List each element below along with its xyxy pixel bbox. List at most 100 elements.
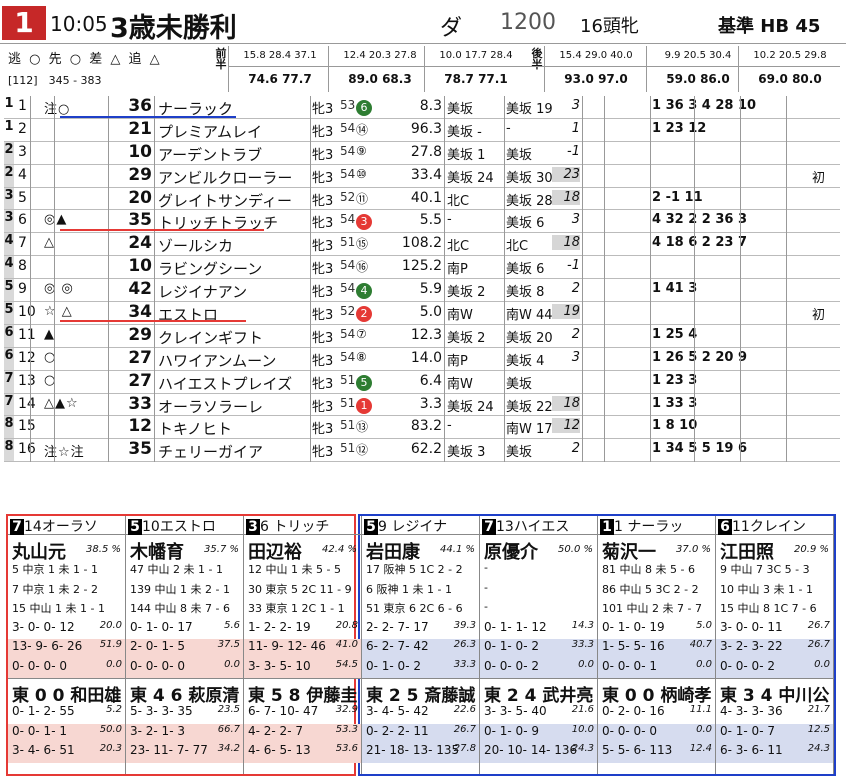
jockey-stat-rate: 33.3	[453, 658, 476, 670]
trainer-stat-rate: 23.5	[217, 704, 240, 715]
trainer-stats: 0- 1- 0- 7 12.5	[716, 723, 833, 743]
lap-divider	[646, 46, 647, 92]
training-rank: 2	[571, 441, 580, 457]
trainer-stats: 3- 3- 5- 40 21.6	[484, 704, 594, 718]
gate-circle: 6	[356, 100, 372, 116]
gate-rank: ⑩	[356, 166, 367, 181]
jockey-history: 86 中山 5 3C 2 - 2	[602, 582, 699, 596]
lap-divider	[544, 46, 545, 92]
sex-age: 牝3	[312, 376, 334, 392]
trainer-stat-rate: 20.3	[99, 743, 122, 754]
training-1: 美坂 24	[447, 399, 494, 415]
speed-index: 29	[128, 164, 152, 185]
race-number: 1	[2, 6, 46, 40]
trainer-stat-rate: 66.7	[217, 723, 240, 735]
training-2: 美坂 30	[506, 170, 553, 186]
table-divider	[444, 96, 445, 462]
jockey-stat-rate: 40.7	[689, 639, 712, 650]
jockey-name: 江田照 20.9 %	[716, 535, 833, 563]
horse-name: アンビルクローラー	[158, 168, 293, 187]
trainer-stat-rate: 10.0	[571, 723, 594, 735]
race-course: ダ	[440, 16, 467, 41]
trainer-stats: 5- 3- 3- 35 23.5	[130, 704, 240, 718]
jockey-history: -	[484, 561, 488, 574]
waku-badge: 6	[718, 519, 732, 535]
first-run: 初	[812, 170, 826, 186]
jockey-col: 5 10エストロ 木幡育 35.7 % 47 中山 2 未 1 - 1 139 中山 1 …	[126, 516, 244, 774]
jockey-stat-rate: 51.9	[99, 639, 122, 650]
training-1: 美坂 2	[447, 330, 486, 346]
odds: 40.1	[410, 189, 442, 206]
lap-divider	[738, 46, 739, 92]
horse-number: 2	[18, 120, 27, 137]
underline-blue	[60, 116, 236, 118]
trainer-name: 東 2 5 斎藤誠	[362, 678, 479, 706]
jockey-stats: 0- 0- 0- 0 0.0	[8, 658, 125, 678]
past-index: 4 32 2 2 36 3	[652, 212, 747, 228]
lap-split: 15.8 28.4 37.1	[243, 50, 317, 61]
jockey-col: 6 11クレイン 江田照 20.9 % 9 中山 7 3C 5 - 3 10 中山 3 未…	[716, 516, 834, 774]
jockey-stat-rate: 37.5	[217, 639, 240, 650]
table-divider	[740, 96, 741, 462]
trainer-stat-rate: 27.8	[453, 743, 476, 754]
horse-short-name: 11クレイン	[732, 519, 806, 535]
training-1: -	[447, 418, 452, 434]
trainer-stat-rate: 21.7	[807, 704, 830, 715]
jockey-stat-rate: 26.7	[807, 639, 830, 650]
gate-rank: ⑨	[356, 143, 367, 158]
jockey-stat-rate: 20.8	[335, 619, 358, 631]
jockey-history: 30 東京 5 2C 11 - 9	[248, 582, 352, 596]
training-2: 美坂 8	[506, 285, 545, 301]
lap-split: 15.4 29.0 40.0	[559, 50, 633, 61]
training-1: 北C	[447, 239, 470, 255]
jockey-stats: 13- 9- 6- 26 51.9	[8, 639, 125, 659]
training-1: 南W	[447, 376, 473, 392]
trainer-stats: 0- 1- 0- 9 10.0	[480, 723, 597, 743]
trainer-stat-rate: 34.2	[217, 743, 240, 754]
lap-split: 9.9 20.5 30.4	[664, 50, 732, 61]
jockey-history: 101 中山 2 未 7 - 7	[602, 602, 702, 615]
weight: 51	[340, 395, 356, 410]
jockey-history: 139 中山 1 未 2 - 1	[130, 582, 230, 596]
race-header: 1 10:05 3歳未勝利 ダ 1200 16頭牝 基準 HB 45	[0, 4, 846, 44]
trainer-name: 東 4 6 萩原清	[126, 678, 243, 706]
past-index: 1 8 10	[652, 418, 698, 434]
trainer-stats: 4- 6- 5- 13 53.6	[244, 743, 361, 763]
race-standard: 基準 HB 45	[718, 16, 821, 37]
training-2: 美坂	[506, 376, 533, 392]
table-divider	[154, 96, 155, 462]
horse-number: 12	[18, 349, 36, 366]
waku-number: 5	[4, 302, 14, 324]
waku-number: 1	[4, 96, 14, 118]
horse-number: 7	[18, 235, 27, 252]
sex-age: 牝3	[312, 262, 334, 278]
trainer-name: 東 5 8 伊藤圭	[244, 678, 361, 706]
sex-age: 牝3	[312, 124, 334, 140]
lap-total: 74.6 77.7	[248, 72, 312, 86]
prediction-marks: ◎ ◎	[44, 281, 74, 297]
horse-short-name: 1 ナーラッ	[614, 519, 684, 535]
jockey-name-text: 岩田康	[366, 542, 420, 563]
training-1: 美坂 1	[447, 147, 486, 163]
horse-name: ラビングシーン	[158, 260, 263, 279]
jockey-col-head: 59 レジイナ	[362, 516, 479, 535]
trainer-stats: 4- 3- 3- 36 21.7	[720, 704, 830, 718]
jockey-stat-rate: 20.0	[99, 619, 122, 631]
gate-rank: ⑫	[356, 443, 369, 458]
jockey-stats: 2- 0- 1- 5 37.5	[126, 639, 243, 659]
past-index: 1 41 3	[652, 281, 698, 297]
training-2: 美坂 6	[506, 262, 545, 278]
trainer-stats: 20- 10- 14- 136 24.3	[480, 743, 597, 763]
speed-index: 10	[128, 256, 152, 277]
table-divider	[54, 96, 55, 462]
gate-rank: ⑪	[356, 191, 369, 206]
training-rank: 18	[552, 395, 580, 411]
jockey-stats: 0- 1- 0- 2 33.3	[480, 639, 597, 659]
lap-divider	[228, 46, 229, 92]
odds: 125.2	[401, 258, 442, 275]
gate-rank: ⑯	[356, 260, 369, 275]
trainer-stat-rate: 12.5	[807, 723, 830, 735]
horse-number: 6	[18, 212, 27, 229]
trainer-stats: 3- 2- 1- 3 66.7	[126, 723, 243, 743]
table-divider	[650, 96, 651, 462]
